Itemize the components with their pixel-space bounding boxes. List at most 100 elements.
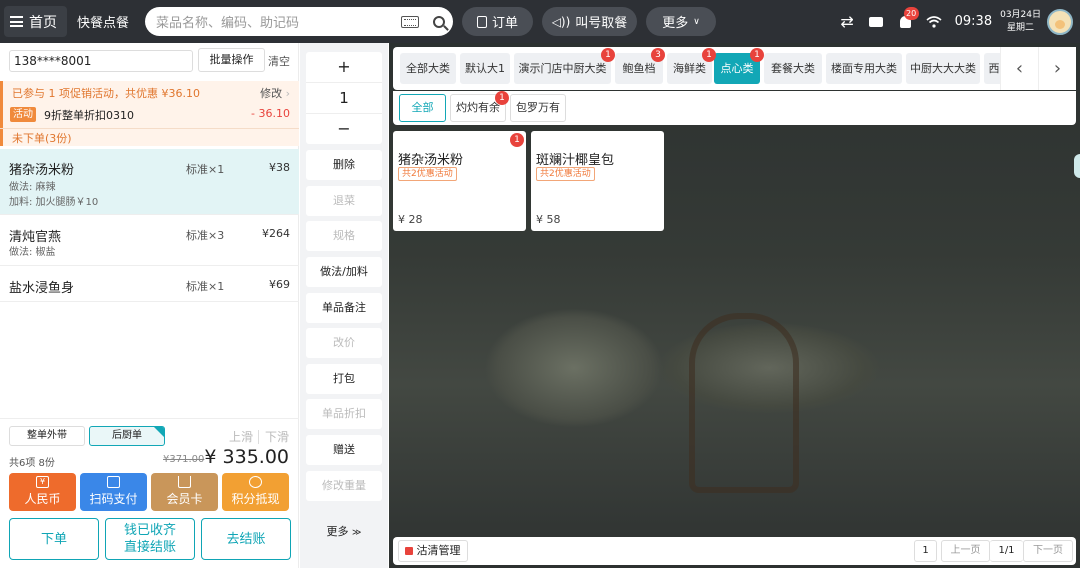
item-spec: 标准×1	[186, 163, 225, 176]
orders-button[interactable]: 订单	[462, 7, 533, 36]
slide-down-button[interactable]: 下滑	[265, 428, 289, 445]
sync-icon[interactable]: ⇄	[833, 0, 862, 43]
dish-name: 斑斓汁椰皇包	[536, 153, 615, 168]
modify-weight-button[interactable]: 修改重量	[306, 471, 382, 501]
bell-icon[interactable]: 20	[891, 0, 920, 43]
delete-button[interactable]: 删除	[306, 150, 382, 180]
avatar[interactable]	[1047, 8, 1073, 35]
category-tab-all[interactable]: 全部大类	[400, 53, 456, 84]
notification-badge: 20	[903, 7, 919, 20]
sold-out-management-button[interactable]: 沽清管理	[398, 540, 468, 562]
activity-amount: - 36.10	[251, 107, 290, 120]
category-tab-kitchen[interactable]: 演示门店中厨大类	[514, 53, 611, 84]
item-spec: 标准×3	[186, 229, 225, 242]
order-item-3[interactable]: 盐水浸鱼身 标准×1 ¥69	[0, 266, 299, 302]
category-badge: 1	[702, 48, 716, 62]
subcategory-tab-all[interactable]: 全部	[399, 94, 446, 122]
spec-button[interactable]: 规格	[306, 221, 382, 251]
dish-price: ¥ 28	[398, 213, 423, 226]
category-badge: 1	[750, 48, 764, 62]
promotion-summary: 已参与 1 项促销活动，共优惠 ¥36.10	[12, 87, 200, 100]
kitchen-ticket-toggle[interactable]: 后厨单	[89, 426, 165, 446]
clear-button[interactable]: 清空	[268, 53, 290, 69]
category-badge: 3	[651, 48, 665, 62]
double-chevron-down-icon: ≫	[352, 528, 362, 538]
order-panel: 138****8001 批量操作 清空 已参与 1 项促销活动，共优惠 ¥36.…	[0, 43, 299, 568]
orders-label: 订单	[491, 16, 518, 31]
search-icon[interactable]	[433, 15, 445, 28]
category-tab-default[interactable]: 默认大1	[460, 53, 510, 84]
crown-icon	[178, 476, 191, 488]
method-addon-button[interactable]: 做法/加料	[306, 257, 382, 287]
gift-button[interactable]: 赠送	[306, 435, 382, 465]
keyboard-icon[interactable]	[401, 15, 419, 28]
item-price: ¥69	[269, 278, 290, 291]
home-button[interactable]: 首页	[4, 6, 67, 37]
decrease-button[interactable]: −	[306, 114, 382, 144]
chevron-right-icon[interactable]: ›	[1038, 47, 1076, 90]
item-note-button[interactable]: 单品备注	[306, 293, 382, 323]
dish-promo-tag: 共2优惠活动	[398, 167, 457, 181]
dish-price: ¥ 58	[536, 213, 561, 226]
item-discount-button[interactable]: 单品折扣	[306, 399, 382, 429]
top-bar: 首页 快餐点餐 菜品名称、编码、助记码 订单 ◁)) 叫号取餐 更多 ∨ ⇄ 2…	[0, 0, 1080, 43]
order-total: ¥ 335.00	[204, 446, 289, 468]
check-corner-icon	[154, 427, 164, 437]
item-price: ¥264	[262, 227, 290, 240]
change-price-button[interactable]: 改价	[306, 328, 382, 358]
category-badge: 1	[601, 48, 615, 62]
dish-name: 猪杂汤米粉	[398, 153, 464, 168]
mode-title: 快餐点餐	[77, 16, 130, 31]
category-tabs: 全部大类 默认大1 演示门店中厨大类 鲍鱼档 海鲜类 点心类 套餐大类 楼面专用…	[393, 47, 1076, 90]
more-menu-button[interactable]: 更多 ∨	[646, 7, 716, 36]
return-dish-button[interactable]: 退菜	[306, 186, 382, 216]
pack-button[interactable]: 打包	[306, 364, 382, 394]
member-card-button[interactable]: 会员卡	[151, 473, 218, 511]
next-page-button[interactable]: 下一页	[1023, 540, 1073, 562]
orders-icon	[476, 15, 487, 28]
promotion-section: 已参与 1 项促销活动，共优惠 ¥36.10 修改 › 活动 9折整单折扣031…	[0, 81, 299, 146]
printer-icon[interactable]	[862, 0, 891, 43]
slide-up-button[interactable]: 上滑	[229, 428, 253, 445]
call-number-button[interactable]: ◁)) 叫号取餐	[542, 7, 637, 36]
order-item-2[interactable]: 清炖官燕 标准×3 ¥264 做法: 椒盐	[0, 215, 299, 266]
item-method: 做法: 麻辣	[9, 182, 56, 193]
takeout-toggle[interactable]: 整单外带	[9, 426, 85, 446]
category-tab-chef[interactable]: 中厨大大大类	[906, 53, 980, 84]
points-payment-button[interactable]: 积分抵现	[222, 473, 289, 511]
quantity-value[interactable]: 1	[306, 83, 382, 113]
wifi-icon	[920, 0, 949, 43]
increase-button[interactable]: +	[306, 52, 382, 82]
cash-icon: ¥	[36, 476, 49, 488]
order-item-1[interactable]: 猪杂汤米粉 标准×1 ¥38 做法: 麻辣 加料: 加火腿肠￥10	[0, 149, 299, 215]
item-price: ¥38	[269, 161, 290, 174]
batch-operation-button[interactable]: 批量操作	[198, 48, 265, 72]
page-number[interactable]: 1	[914, 540, 937, 562]
place-order-button[interactable]: 下单	[9, 518, 99, 560]
member-phone-field[interactable]: 138****8001	[9, 50, 193, 72]
pending-label: 未下单(3份)	[12, 132, 72, 145]
dish-card-2[interactable]: 斑斓汁椰皇包 共2优惠活动 ¥ 58	[531, 131, 664, 231]
prev-page-button[interactable]: 上一页	[941, 540, 990, 562]
dish-count-badge: 1	[510, 133, 524, 147]
cash-payment-button[interactable]: ¥ 人民币	[9, 473, 76, 511]
search-input[interactable]: 菜品名称、编码、助记码	[145, 7, 453, 36]
side-drawer-handle[interactable]	[1074, 154, 1080, 178]
category-tab-set-meal[interactable]: 套餐大类	[764, 53, 822, 84]
lock-icon	[405, 547, 413, 555]
dish-card-1[interactable]: 猪杂汤米粉 共2优惠活动 ¥ 28 1	[393, 131, 526, 231]
chevron-left-icon[interactable]: ‹	[1000, 47, 1038, 90]
item-action-column: + 1 − 删除 退菜 规格 做法/加料 单品备注 改价 打包 单品折扣 赠送 …	[300, 43, 388, 568]
order-summary: 共6项 8份	[9, 458, 55, 469]
checkout-button[interactable]: 去结账	[201, 518, 291, 560]
call-label: 叫号取餐	[575, 16, 628, 31]
more-actions-button[interactable]: 更多 ≫	[306, 523, 382, 539]
category-tab-floor[interactable]: 楼面专用大类	[826, 53, 902, 84]
clock-time: 09:38	[954, 14, 993, 29]
menu-area: 全部大类 默认大1 演示门店中厨大类 鲍鱼档 海鲜类 点心类 套餐大类 楼面专用…	[389, 43, 1080, 568]
direct-checkout-button[interactable]: 钱已收齐 直接结账	[105, 518, 195, 560]
kitchen-label: 后厨单	[112, 430, 142, 441]
modify-promotion-link[interactable]: 修改 ›	[260, 85, 290, 101]
scan-payment-button[interactable]: 扫码支付	[80, 473, 147, 511]
subcategory-tab-baoluo[interactable]: 包罗万有	[510, 94, 566, 122]
